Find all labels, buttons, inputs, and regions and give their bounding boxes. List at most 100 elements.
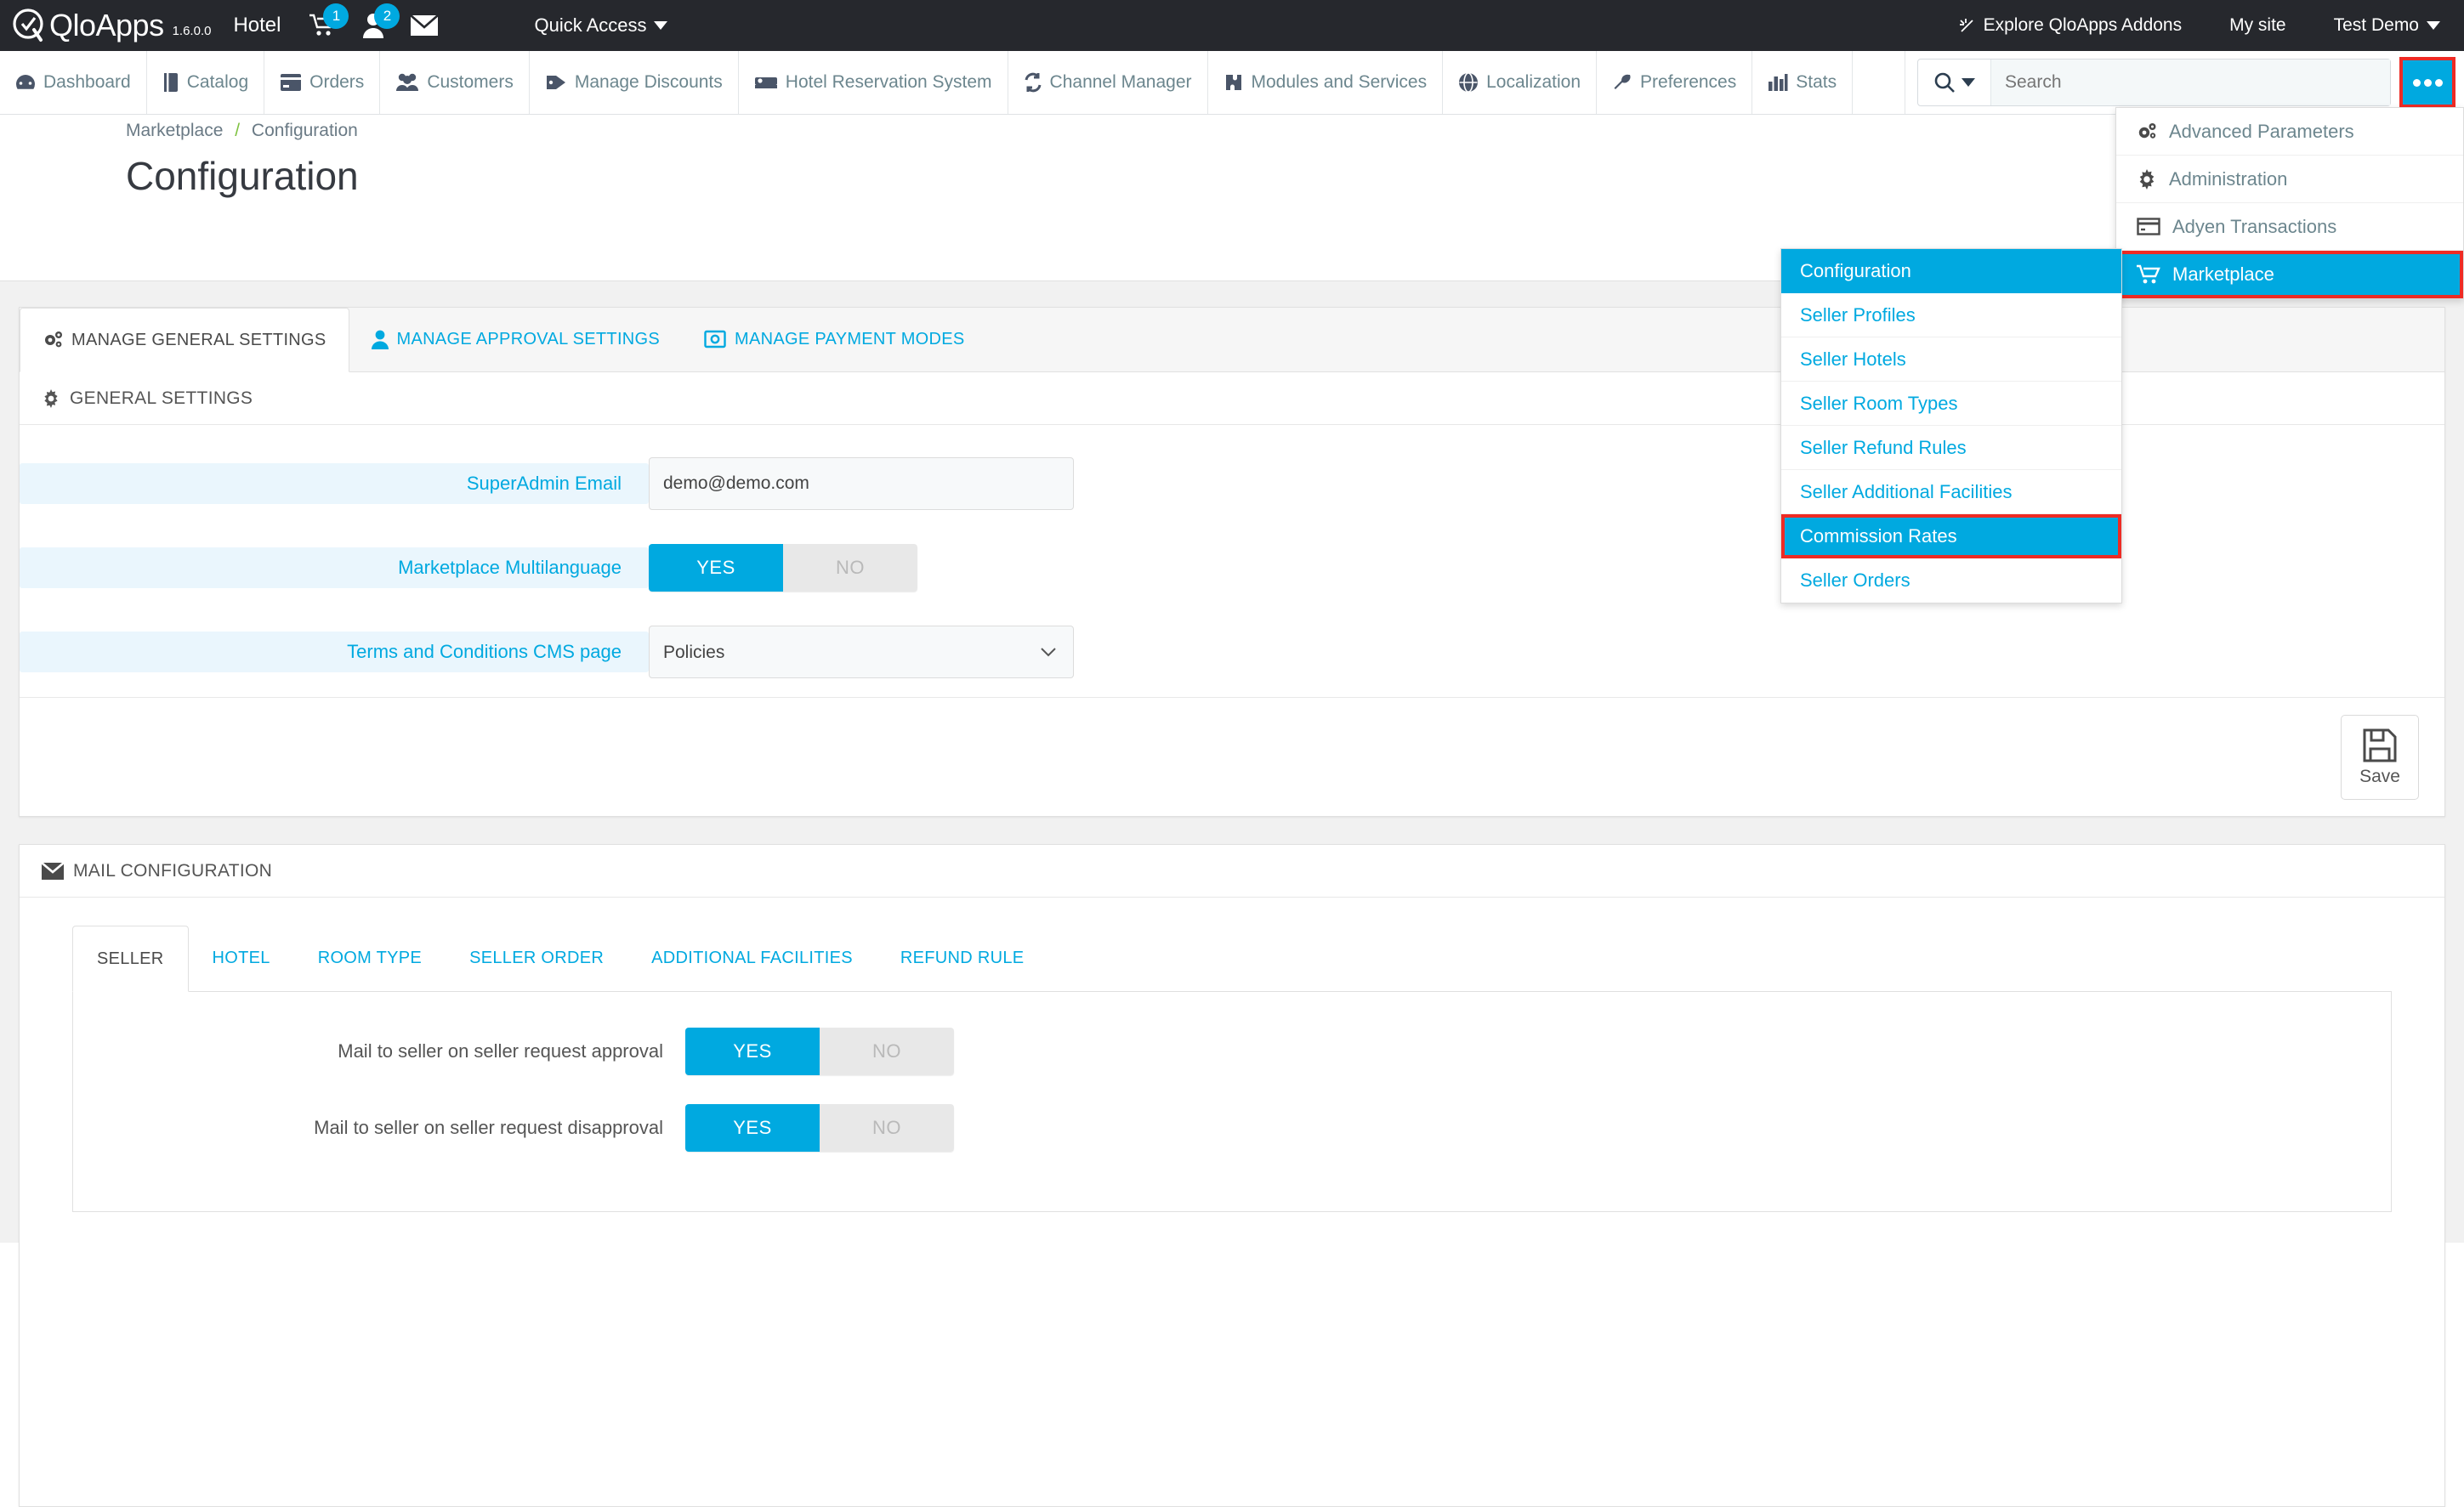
user-icon: [371, 330, 389, 349]
mail-configuration-panel: MAIL CONFIGURATION SELLER HOTEL ROOM TYP…: [19, 844, 2445, 1507]
toggle-yes[interactable]: YES: [685, 1028, 820, 1075]
menu-item-administration[interactable]: Administration: [2116, 156, 2463, 203]
marketplace-submenu: Configuration Seller Profiles Seller Hot…: [1780, 248, 2122, 603]
nav-label: Modules and Services: [1251, 72, 1428, 92]
employee-menu[interactable]: Test Demo: [2334, 15, 2440, 36]
submenu-item-seller-hotels[interactable]: Seller Hotels: [1781, 337, 2121, 382]
breadcrumb-current: Configuration: [251, 121, 358, 140]
form-row-terms-cms-page: Terms and Conditions CMS page Policies: [20, 626, 2444, 678]
nav-item-modules-and-services[interactable]: Modules and Services: [1208, 51, 1444, 114]
nav-item-channel-manager[interactable]: Channel Manager: [1008, 51, 1208, 114]
chevron-down-icon: [2427, 21, 2440, 30]
gears-icon: [43, 331, 63, 349]
tab-manage-general-settings[interactable]: MANAGE GENERAL SETTINGS: [20, 308, 349, 372]
toggle-no[interactable]: NO: [820, 1104, 954, 1152]
superadmin-email-label: SuperAdmin Email: [457, 463, 630, 504]
cart-icon: [2137, 264, 2160, 285]
menu-item-marketplace[interactable]: Marketplace: [2116, 251, 2463, 298]
tab-manage-payment-modes[interactable]: MANAGE PAYMENT MODES: [682, 307, 986, 371]
marketplace-multilanguage-toggle[interactable]: YES NO: [649, 544, 917, 592]
dot: [2412, 78, 2421, 87]
mail-tab-seller[interactable]: SELLER: [72, 926, 189, 992]
search-icon: [1934, 72, 1955, 93]
submenu-item-seller-room-types[interactable]: Seller Room Types: [1781, 382, 2121, 426]
submenu-item-seller-refund-rules[interactable]: Seller Refund Rules: [1781, 426, 2121, 470]
submenu-item-seller-profiles[interactable]: Seller Profiles: [1781, 293, 2121, 337]
mail-tab-hotel[interactable]: HOTEL: [189, 925, 294, 991]
tab-manage-approval-settings[interactable]: MANAGE APPROVAL SETTINGS: [349, 307, 683, 371]
mail-row-seller-request-approval: Mail to seller on seller request approva…: [73, 1028, 2391, 1075]
nav-item-stats[interactable]: Stats: [1752, 51, 1854, 114]
submenu-item-seller-additional-facilities[interactable]: Seller Additional Facilities: [1781, 470, 2121, 514]
chevron-down-icon: [653, 21, 667, 30]
nav-item-preferences[interactable]: Preferences: [1597, 51, 1753, 114]
mail-tab-seller-order[interactable]: SELLER ORDER: [446, 925, 627, 991]
nav-item-customers[interactable]: Customers: [380, 51, 530, 114]
money-icon: [704, 330, 726, 348]
wrench-icon: [1612, 72, 1632, 93]
mail-disapproval-label: Mail to seller on seller request disappr…: [314, 1117, 663, 1138]
submenu-item-seller-orders[interactable]: Seller Orders: [1781, 558, 2121, 603]
bed-icon: [754, 74, 778, 91]
mail-approval-label: Mail to seller on seller request approva…: [338, 1040, 663, 1062]
explore-addons-link[interactable]: Explore QloApps Addons: [1957, 15, 2182, 36]
submenu-item-configuration[interactable]: Configuration: [1781, 249, 2121, 293]
book-icon: [162, 72, 179, 93]
nav-label: Manage Discounts: [574, 72, 723, 92]
shop-name[interactable]: Hotel: [233, 14, 281, 37]
mail-tab-additional-facilities[interactable]: ADDITIONAL FACILITIES: [627, 925, 877, 991]
cart-icon[interactable]: 1: [308, 3, 349, 40]
orders-icon: [280, 73, 302, 92]
save-button[interactable]: Save: [2341, 714, 2419, 800]
main-navigation: Dashboard Catalog Orders Customers Manag…: [0, 51, 2464, 115]
topbar-icons: 1 2: [308, 3, 440, 40]
messages-envelope-icon[interactable]: [410, 11, 440, 40]
more-options-button[interactable]: [2399, 57, 2455, 108]
superadmin-email-field[interactable]: [649, 457, 1074, 510]
dot: [2423, 78, 2432, 87]
mail-tab-refund-rule[interactable]: REFUND RULE: [877, 925, 1048, 991]
toggle-yes[interactable]: YES: [649, 544, 783, 592]
search-scope-dropdown[interactable]: [1918, 59, 1990, 105]
mail-configuration-heading: MAIL CONFIGURATION: [20, 845, 2444, 898]
menu-item-adyen-transactions[interactable]: Adyen Transactions: [2116, 203, 2463, 251]
toggle-yes[interactable]: YES: [685, 1104, 820, 1152]
mail-tab-room-type[interactable]: ROOM TYPE: [294, 925, 446, 991]
mail-configuration-body: Mail to seller on seller request approva…: [72, 991, 2392, 1212]
mail-disapproval-toggle[interactable]: YES NO: [685, 1104, 954, 1152]
nav-item-catalog[interactable]: Catalog: [147, 51, 265, 114]
nav-label: Channel Manager: [1049, 72, 1192, 92]
credit-card-icon: [2137, 218, 2160, 235]
nav-label: Localization: [1486, 72, 1581, 92]
menu-item-advanced-parameters[interactable]: Advanced Parameters: [2116, 108, 2463, 156]
submenu-item-commission-rates[interactable]: Commission Rates: [1781, 514, 2121, 558]
mail-tabstrip: SELLER HOTEL ROOM TYPE SELLER ORDER ADDI…: [72, 923, 2444, 992]
customers-badge: 2: [374, 3, 400, 29]
globe-icon: [1458, 72, 1479, 93]
nav-item-localization[interactable]: Localization: [1443, 51, 1598, 114]
customers-icon[interactable]: 2: [359, 3, 400, 40]
page-title: Configuration: [126, 154, 359, 198]
nav-item-manage-discounts[interactable]: Manage Discounts: [530, 51, 739, 114]
toggle-no[interactable]: NO: [820, 1028, 954, 1075]
brand-logo[interactable]: QloApps 1.6.0.0: [0, 8, 211, 43]
nav-item-orders[interactable]: Orders: [264, 51, 381, 114]
nav-item-hotel-reservation-system[interactable]: Hotel Reservation System: [739, 51, 1008, 114]
toggle-no[interactable]: NO: [783, 544, 917, 592]
menu-item-label: Adyen Transactions: [2172, 215, 2337, 237]
search-input[interactable]: [1990, 59, 2390, 105]
nav-label: Dashboard: [43, 72, 131, 92]
my-site-link[interactable]: My site: [2229, 15, 2286, 36]
panel-footer: Save: [20, 697, 2444, 816]
breadcrumb: Marketplace / Configuration: [126, 121, 358, 141]
quick-access-menu[interactable]: Quick Access: [534, 14, 667, 37]
gears-icon: [2137, 122, 2157, 141]
nav-item-dashboard[interactable]: Dashboard: [0, 51, 147, 114]
floppy-disk-icon: [2362, 728, 2398, 763]
menu-item-label: Marketplace: [2172, 263, 2274, 285]
breadcrumb-parent[interactable]: Marketplace: [126, 121, 223, 140]
nav-label: Stats: [1796, 72, 1837, 92]
mail-approval-toggle[interactable]: YES NO: [685, 1028, 954, 1075]
dot: [2434, 78, 2443, 87]
terms-cms-page-select[interactable]: Policies: [649, 626, 1074, 678]
